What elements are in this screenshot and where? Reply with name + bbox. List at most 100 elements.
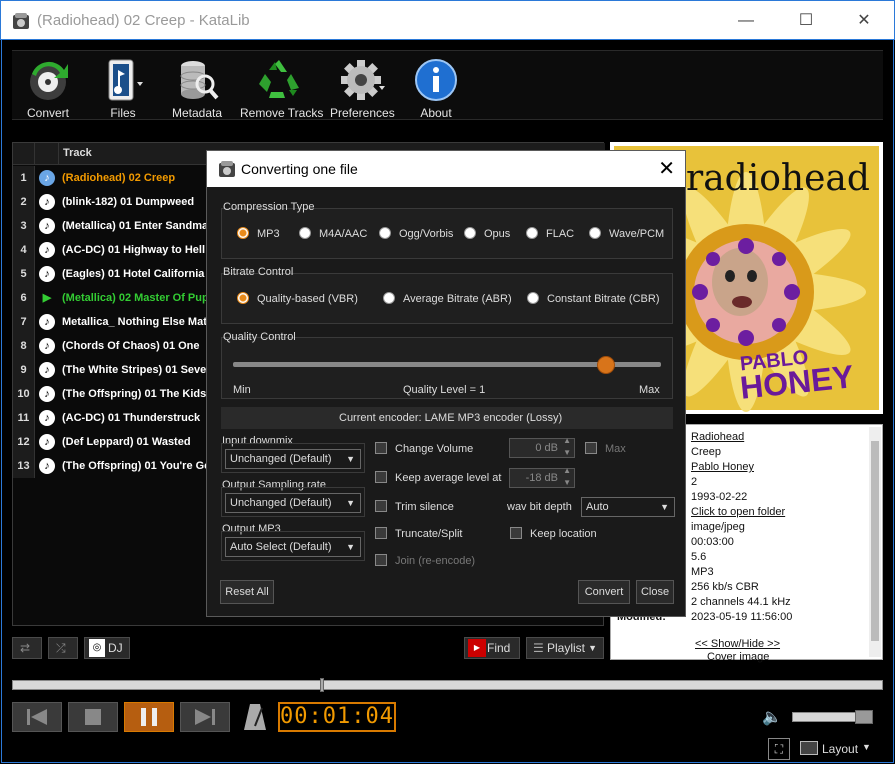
radio-wave[interactable]: Wave/PCM xyxy=(589,227,664,240)
volume-icon[interactable]: 🔈 xyxy=(762,707,782,727)
keep-location-checkbox[interactable]: Keep location xyxy=(510,527,597,540)
convert-dialog-button[interactable]: Convert xyxy=(578,580,630,604)
playlist-icon: ☰ xyxy=(533,641,544,655)
trim-silence-checkbox[interactable]: Trim silence xyxy=(375,500,454,513)
info-scrollbar[interactable] xyxy=(869,427,881,657)
radio-opus[interactable]: Opus xyxy=(464,227,510,240)
music-note-icon: ♪ xyxy=(39,242,55,258)
radio-abr[interactable]: Average Bitrate (ABR) xyxy=(383,292,512,305)
music-note-icon: ♪ xyxy=(39,386,55,402)
input-downmix-select[interactable]: Unchanged (Default) ▼ xyxy=(225,449,361,469)
convert-dialog: Converting one file ✕ Compression Type M… xyxy=(206,150,686,617)
seek-thumb[interactable] xyxy=(320,678,324,692)
fullscreen-button[interactable]: ⛶ xyxy=(768,738,790,760)
metadata-label: Metadata xyxy=(171,106,223,120)
radio-mp3[interactable]: MP3 xyxy=(237,227,280,240)
track-number: 3 xyxy=(13,214,35,238)
music-note-icon: ♪ xyxy=(39,362,55,378)
remove-tracks-button[interactable]: Remove Tracks xyxy=(240,54,324,120)
wav-depth-select[interactable]: Auto ▼ xyxy=(581,497,675,517)
next-button[interactable] xyxy=(180,702,230,732)
fullscreen-icon: ⛶ xyxy=(774,742,784,756)
quality-label: Quality Control xyxy=(223,331,296,343)
radio-flac[interactable]: FLAC xyxy=(526,227,574,240)
close-button[interactable]: ✕ xyxy=(841,1,887,41)
next-icon xyxy=(195,709,215,725)
header-icon-col xyxy=(35,143,59,165)
encoder-text: Current encoder: LAME MP3 encoder (Lossy… xyxy=(339,412,563,424)
playlist-label: Playlist xyxy=(547,641,586,655)
layout-button[interactable]: Layout ▼ xyxy=(800,740,880,760)
previous-button[interactable] xyxy=(12,702,62,732)
close-dialog-button[interactable]: Close xyxy=(636,580,674,604)
seek-bar[interactable] xyxy=(12,678,883,692)
radio-cbr[interactable]: Constant Bitrate (CBR) xyxy=(527,292,659,305)
max-checkbox[interactable]: Max xyxy=(585,442,626,455)
repeat-button[interactable]: ⇄ xyxy=(12,637,42,659)
reset-all-button[interactable]: Reset All xyxy=(220,580,274,604)
show-hide-link[interactable]: << Show/Hide >> xyxy=(695,638,780,650)
convert-icon xyxy=(30,61,68,100)
info-format: MP3 xyxy=(691,566,714,578)
toolbar: Convert Files Metadata Remove Tracks Pre… xyxy=(12,50,883,120)
minimize-button[interactable]: — xyxy=(723,1,769,41)
truncate-checkbox[interactable]: Truncate/Split xyxy=(375,527,462,540)
quality-min: Min xyxy=(233,384,251,396)
info-cover-link[interactable]: Click to open folder xyxy=(691,506,785,518)
change-volume-input[interactable]: 0 dB ▲ ▼ xyxy=(509,436,575,458)
shuffle-icon: ⤮ xyxy=(56,641,66,655)
change-volume-checkbox[interactable]: Change Volume xyxy=(375,442,473,455)
convert-button[interactable]: Convert xyxy=(20,54,76,120)
info-size: 5.6 xyxy=(691,551,707,563)
remove-tracks-label: Remove Tracks xyxy=(240,106,324,120)
quality-slider-thumb[interactable] xyxy=(597,356,615,374)
stop-button[interactable] xyxy=(68,702,118,732)
dialog-close-button[interactable]: ✕ xyxy=(658,156,675,181)
music-note-icon: ♪ xyxy=(39,170,55,186)
info-artist[interactable]: Radiohead xyxy=(691,431,744,443)
track-number: 1 xyxy=(13,166,35,190)
track-title: (Metallica) 01 Enter Sandman xyxy=(62,220,215,232)
info-album[interactable]: Pablo Honey xyxy=(691,461,754,473)
output-sampling-select[interactable]: Unchanged (Default) ▼ xyxy=(225,493,361,513)
radio-m4a[interactable]: M4A/AAC xyxy=(299,227,367,240)
track-number: 6 xyxy=(13,286,35,310)
shuffle-button[interactable]: ⤮ xyxy=(48,637,78,659)
chevron-down-icon: ▼ xyxy=(588,643,597,653)
output-mp3-select[interactable]: Auto Select (Default) ▼ xyxy=(225,537,361,557)
metronome-icon[interactable] xyxy=(242,702,268,732)
quality-level: Quality Level = 1 xyxy=(403,384,486,396)
volume-slider[interactable] xyxy=(792,710,873,724)
stop-icon xyxy=(85,709,101,725)
dj-button[interactable]: ◎ DJ xyxy=(84,637,130,659)
about-button[interactable]: About xyxy=(408,54,464,120)
metadata-button[interactable]: Metadata xyxy=(170,54,224,120)
find-button[interactable]: ▶ Find xyxy=(464,637,520,659)
track-number: 13 xyxy=(13,454,35,478)
track-number: 5 xyxy=(13,262,35,286)
join-checkbox[interactable]: Join (re-encode) xyxy=(375,554,475,567)
keep-average-input[interactable]: -18 dB ▲ ▼ xyxy=(509,466,575,488)
info-channels: 2 channels 44.1 kHz xyxy=(691,596,791,608)
files-button[interactable]: Files xyxy=(96,54,150,120)
convert-label: Convert xyxy=(26,106,70,120)
track-title: (AC-DC) 01 Thunderstruck xyxy=(62,412,201,424)
playlist-button[interactable]: ☰ Playlist ▼ xyxy=(526,637,604,659)
dialog-title-bar: Converting one file ✕ xyxy=(207,151,685,187)
window-title: (Radiohead) 02 Creep - KataLib xyxy=(37,12,250,29)
repeat-icon: ⇄ xyxy=(20,641,31,655)
radio-ogg[interactable]: Ogg/Vorbis xyxy=(379,227,453,240)
info-bitrate: 256 kb/s CBR xyxy=(691,581,759,593)
track-number: 11 xyxy=(13,406,35,430)
header-num-col xyxy=(13,143,35,165)
pause-button[interactable] xyxy=(124,702,174,732)
header-track[interactable]: Track xyxy=(63,147,92,159)
pause-icon xyxy=(141,708,157,726)
about-label: About xyxy=(420,106,452,120)
track-number: 2 xyxy=(13,190,35,214)
preferences-button[interactable]: Preferences xyxy=(330,54,395,120)
radio-vbr[interactable]: Quality-based (VBR) xyxy=(237,292,358,305)
maximize-button[interactable]: ☐ xyxy=(783,1,829,41)
keep-average-checkbox[interactable]: Keep average level at xyxy=(375,471,501,484)
cover-band-text: radiohead xyxy=(686,158,870,199)
